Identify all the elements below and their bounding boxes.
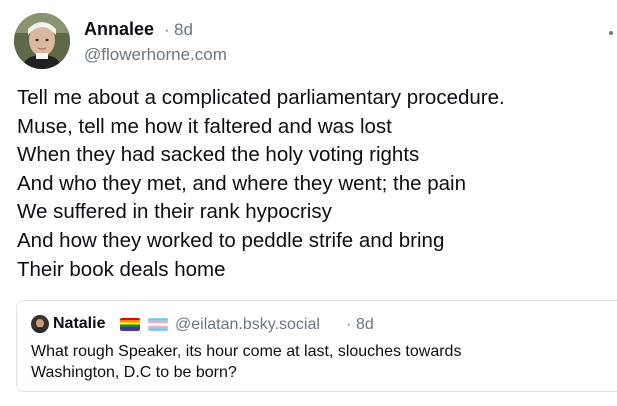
author-avatar[interactable]: [14, 13, 70, 69]
quoted-post[interactable]: Natalie @eilatan.bsky.social · 8d What r…: [16, 300, 617, 392]
quote-timestamp[interactable]: 8d: [356, 316, 374, 334]
post-text-line: And who they met, and where they went; t…: [17, 171, 466, 195]
quote-meta-separator: ·: [346, 316, 352, 333]
post-text-line: When they had sacked the holy voting rig…: [17, 143, 420, 167]
quote-author-handle[interactable]: @eilatan.bsky.social: [175, 316, 320, 334]
post-text-line: We suffered in their rank hypocrisy: [17, 200, 332, 224]
more-options-icon[interactable]: [609, 31, 613, 35]
post[interactable]: Annalee · 8d @flowerhorne.com Tell me ab…: [0, 0, 617, 406]
post-text: Tell me about a complicated parliamentar…: [17, 84, 607, 284]
quote-author-avatar[interactable]: [31, 315, 49, 333]
quote-text: What rough Speaker, its hour come at las…: [31, 341, 591, 383]
quote-text-line: What rough Speaker, its hour come at las…: [31, 343, 462, 360]
quote-avatar-image: [31, 315, 49, 333]
post-text-line: And how they worked to peddle strife and…: [17, 228, 445, 252]
post-text-line: Tell me about a complicated parliamentar…: [17, 86, 505, 109]
quote-author-display-name[interactable]: Natalie: [53, 315, 105, 333]
rainbow-flag-icon: [120, 318, 140, 331]
post-text-line: Muse, tell me how it faltered and was lo…: [17, 114, 392, 138]
meta-separator: ·: [164, 20, 170, 39]
post-text-line: Their book deals home: [17, 257, 226, 281]
author-display-name[interactable]: Annalee: [84, 19, 154, 40]
post-timestamp[interactable]: 8d: [174, 20, 193, 40]
transgender-flag-icon: [148, 318, 168, 331]
quote-text-line: Washington, D.C to be born?: [31, 364, 237, 381]
author-handle[interactable]: @flowerhorne.com: [84, 45, 227, 65]
author-avatar-image: [14, 13, 70, 69]
